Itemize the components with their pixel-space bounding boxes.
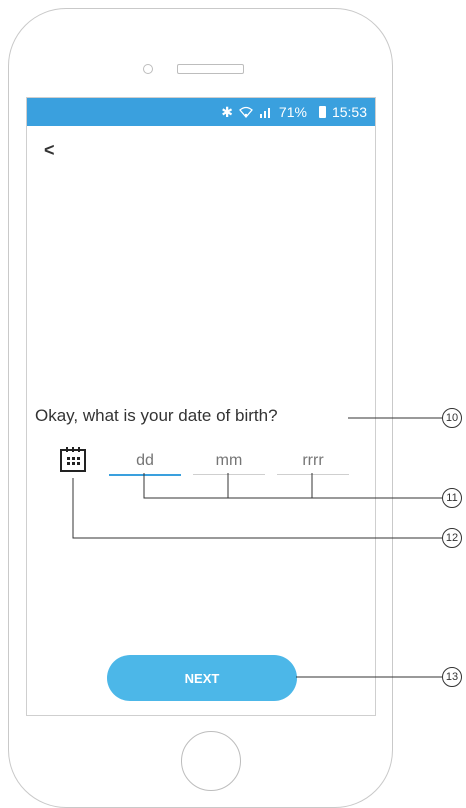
annotation-13: 13 [442,667,462,687]
annotation-10: 10 [442,408,462,428]
annotation-11: 11 [442,488,462,508]
annotation-12: 12 [442,528,462,548]
annotation-lines [72,417,442,678]
